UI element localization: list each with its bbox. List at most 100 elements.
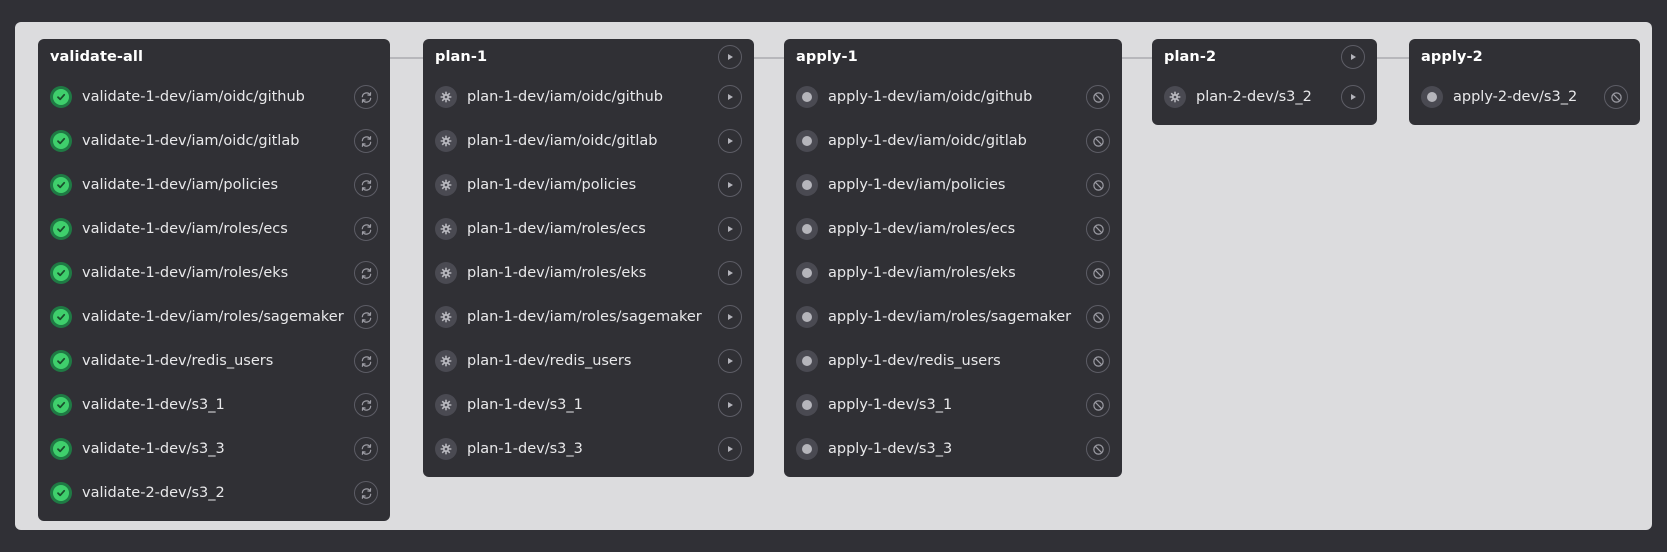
status-created-icon <box>796 174 818 196</box>
job-name[interactable]: validate-1-dev/iam/oidc/gitlab <box>82 133 354 149</box>
job-play-button[interactable] <box>718 85 742 109</box>
job-item[interactable]: plan-1-dev/redis_users <box>435 339 742 383</box>
job-name[interactable]: validate-1-dev/iam/roles/eks <box>82 265 354 281</box>
job-name[interactable]: apply-1-dev/redis_users <box>828 353 1086 369</box>
job-play-button[interactable] <box>718 217 742 241</box>
job-name[interactable]: apply-2-dev/s3_2 <box>1453 89 1604 105</box>
job-item[interactable]: plan-1-dev/iam/roles/sagemaker <box>435 295 742 339</box>
stage-plan-2: plan-2 plan-2-dev/s3_2 <box>1152 39 1377 125</box>
job-cancel-button[interactable] <box>1086 173 1110 197</box>
job-cancel-button[interactable] <box>1086 129 1110 153</box>
job-retry-button[interactable] <box>354 261 378 285</box>
job-name[interactable]: validate-1-dev/iam/policies <box>82 177 354 193</box>
stage-title: validate-all <box>50 49 144 65</box>
stage-apply-1: apply-1 apply-1-dev/iam/oidc/github apply-… <box>784 39 1122 477</box>
job-play-button[interactable] <box>718 173 742 197</box>
job-name[interactable]: plan-2-dev/s3_2 <box>1196 89 1341 105</box>
job-item[interactable]: validate-1-dev/iam/roles/sagemaker <box>50 295 378 339</box>
job-name[interactable]: validate-2-dev/s3_2 <box>82 485 354 501</box>
job-name[interactable]: plan-1-dev/iam/oidc/github <box>467 89 718 105</box>
job-cancel-button[interactable] <box>1086 437 1110 461</box>
job-name[interactable]: plan-1-dev/iam/roles/eks <box>467 265 718 281</box>
job-item[interactable]: plan-1-dev/iam/oidc/github <box>435 75 742 119</box>
job-name[interactable]: plan-1-dev/iam/roles/ecs <box>467 221 718 237</box>
job-play-button[interactable] <box>718 261 742 285</box>
job-play-button[interactable] <box>718 129 742 153</box>
job-item[interactable]: validate-2-dev/s3_2 <box>50 471 378 515</box>
job-name[interactable]: apply-1-dev/iam/roles/ecs <box>828 221 1086 237</box>
job-item[interactable]: plan-1-dev/iam/roles/eks <box>435 251 742 295</box>
job-name[interactable]: apply-1-dev/s3_3 <box>828 441 1086 457</box>
job-cancel-button[interactable] <box>1086 261 1110 285</box>
job-item[interactable]: validate-1-dev/iam/oidc/gitlab <box>50 119 378 163</box>
job-name[interactable]: apply-1-dev/iam/oidc/github <box>828 89 1086 105</box>
status-created-icon <box>796 130 818 152</box>
job-name[interactable]: validate-1-dev/s3_1 <box>82 397 354 413</box>
job-cancel-button[interactable] <box>1086 305 1110 329</box>
job-item[interactable]: apply-2-dev/s3_2 <box>1421 75 1628 119</box>
job-cancel-button[interactable] <box>1086 217 1110 241</box>
job-name[interactable]: validate-1-dev/iam/oidc/github <box>82 89 354 105</box>
job-name[interactable]: validate-1-dev/iam/roles/sagemaker <box>82 309 354 325</box>
job-item[interactable]: plan-2-dev/s3_2 <box>1164 75 1365 119</box>
job-item[interactable]: validate-1-dev/iam/oidc/github <box>50 75 378 119</box>
job-name[interactable]: plan-1-dev/s3_1 <box>467 397 718 413</box>
job-name[interactable]: plan-1-dev/iam/oidc/gitlab <box>467 133 718 149</box>
job-item[interactable]: plan-1-dev/iam/policies <box>435 163 742 207</box>
job-name[interactable]: plan-1-dev/iam/roles/sagemaker <box>467 309 718 325</box>
job-item[interactable]: plan-1-dev/iam/oidc/gitlab <box>435 119 742 163</box>
job-name[interactable]: apply-1-dev/s3_1 <box>828 397 1086 413</box>
job-play-button[interactable] <box>1341 85 1365 109</box>
status-success-icon <box>50 218 72 240</box>
job-item[interactable]: plan-1-dev/s3_1 <box>435 383 742 427</box>
job-item[interactable]: validate-1-dev/s3_3 <box>50 427 378 471</box>
job-name[interactable]: plan-1-dev/iam/policies <box>467 177 718 193</box>
job-retry-button[interactable] <box>354 481 378 505</box>
stage-apply-2: apply-2 apply-2-dev/s3_2 <box>1409 39 1640 125</box>
job-retry-button[interactable] <box>354 437 378 461</box>
job-item[interactable]: plan-1-dev/s3_3 <box>435 427 742 471</box>
job-name[interactable]: apply-1-dev/iam/policies <box>828 177 1086 193</box>
job-name[interactable]: apply-1-dev/iam/oidc/gitlab <box>828 133 1086 149</box>
job-cancel-button[interactable] <box>1604 85 1628 109</box>
stage-play-button[interactable] <box>1341 45 1365 69</box>
job-item[interactable]: apply-1-dev/iam/roles/sagemaker <box>796 295 1110 339</box>
job-cancel-button[interactable] <box>1086 349 1110 373</box>
job-cancel-button[interactable] <box>1086 85 1110 109</box>
job-play-button[interactable] <box>718 437 742 461</box>
job-retry-button[interactable] <box>354 173 378 197</box>
job-retry-button[interactable] <box>354 393 378 417</box>
job-item[interactable]: validate-1-dev/iam/roles/eks <box>50 251 378 295</box>
job-item[interactable]: apply-1-dev/iam/oidc/gitlab <box>796 119 1110 163</box>
job-retry-button[interactable] <box>354 305 378 329</box>
status-success-icon <box>50 262 72 284</box>
job-item[interactable]: validate-1-dev/redis_users <box>50 339 378 383</box>
job-item[interactable]: validate-1-dev/iam/policies <box>50 163 378 207</box>
job-name[interactable]: plan-1-dev/redis_users <box>467 353 718 369</box>
job-name[interactable]: validate-1-dev/iam/roles/ecs <box>82 221 354 237</box>
job-cancel-button[interactable] <box>1086 393 1110 417</box>
job-name[interactable]: apply-1-dev/iam/roles/sagemaker <box>828 309 1086 325</box>
job-name[interactable]: apply-1-dev/iam/roles/eks <box>828 265 1086 281</box>
job-name[interactable]: validate-1-dev/redis_users <box>82 353 354 369</box>
stage-play-button[interactable] <box>718 45 742 69</box>
job-item[interactable]: apply-1-dev/iam/policies <box>796 163 1110 207</box>
job-retry-button[interactable] <box>354 349 378 373</box>
job-item[interactable]: apply-1-dev/redis_users <box>796 339 1110 383</box>
job-name[interactable]: plan-1-dev/s3_3 <box>467 441 718 457</box>
job-item[interactable]: apply-1-dev/s3_3 <box>796 427 1110 471</box>
job-retry-button[interactable] <box>354 85 378 109</box>
job-item[interactable]: apply-1-dev/iam/oidc/github <box>796 75 1110 119</box>
job-item[interactable]: apply-1-dev/s3_1 <box>796 383 1110 427</box>
job-name[interactable]: validate-1-dev/s3_3 <box>82 441 354 457</box>
job-item[interactable]: apply-1-dev/iam/roles/eks <box>796 251 1110 295</box>
job-item[interactable]: validate-1-dev/s3_1 <box>50 383 378 427</box>
job-play-button[interactable] <box>718 305 742 329</box>
job-retry-button[interactable] <box>354 129 378 153</box>
job-play-button[interactable] <box>718 349 742 373</box>
job-item[interactable]: validate-1-dev/iam/roles/ecs <box>50 207 378 251</box>
job-play-button[interactable] <box>718 393 742 417</box>
job-item[interactable]: plan-1-dev/iam/roles/ecs <box>435 207 742 251</box>
job-item[interactable]: apply-1-dev/iam/roles/ecs <box>796 207 1110 251</box>
job-retry-button[interactable] <box>354 217 378 241</box>
